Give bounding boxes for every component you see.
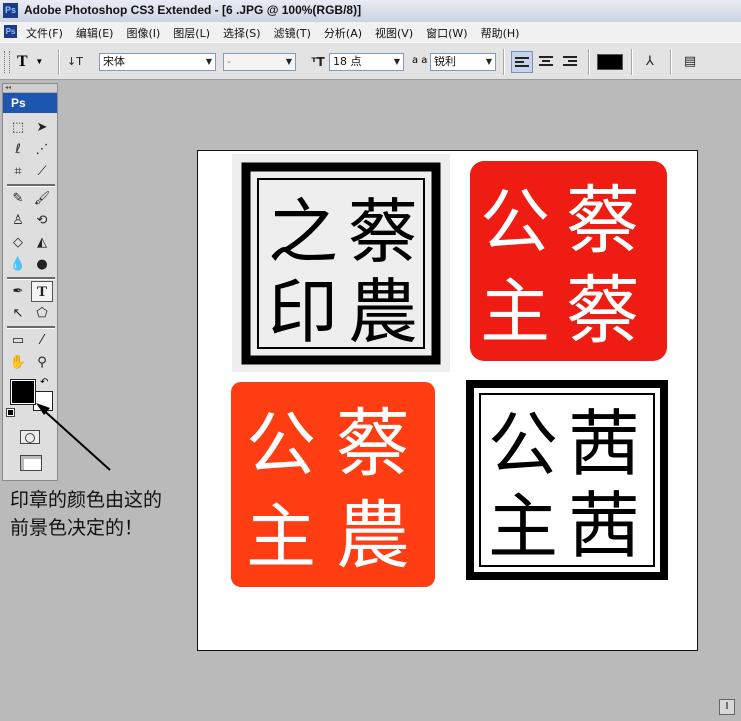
seal-char: 蔡 — [566, 178, 640, 264]
seal-char: 公 — [246, 404, 316, 486]
annotation-text: 印章的颜色由这的 前景色决定的！ — [10, 486, 210, 542]
document-canvas[interactable]: 蔡 農 之 印 蔡 蔡 公 主 蔡 農 公 主 茜 茜 公 主 — [197, 150, 698, 651]
seal-char: 公 — [488, 404, 558, 486]
seal-char: 農 — [336, 493, 410, 579]
seal-char: 主 — [480, 271, 550, 353]
text-cursor-icon: I — [719, 699, 735, 715]
seal-char: 茜 — [568, 402, 640, 486]
seal-char: 茜 — [568, 484, 640, 568]
seals-image: 蔡 農 之 印 蔡 蔡 公 主 蔡 農 公 主 茜 茜 公 主 — [231, 154, 668, 587]
seal-char: 之 — [268, 191, 338, 273]
seal-char: 蔡 — [348, 191, 418, 273]
seal-char: 主 — [488, 486, 558, 568]
seal-char: 蔡 — [566, 268, 640, 354]
seal-char: 公 — [480, 181, 550, 263]
seal-char: 蔡 — [336, 401, 410, 487]
annotation-line-1: 印章的颜色由这的 — [10, 489, 163, 511]
seal-char: 農 — [348, 271, 418, 353]
seal-char: 印 — [268, 271, 338, 353]
annotation-line-2: 前景色决定的！ — [10, 517, 144, 539]
seal-char: 主 — [246, 496, 316, 578]
